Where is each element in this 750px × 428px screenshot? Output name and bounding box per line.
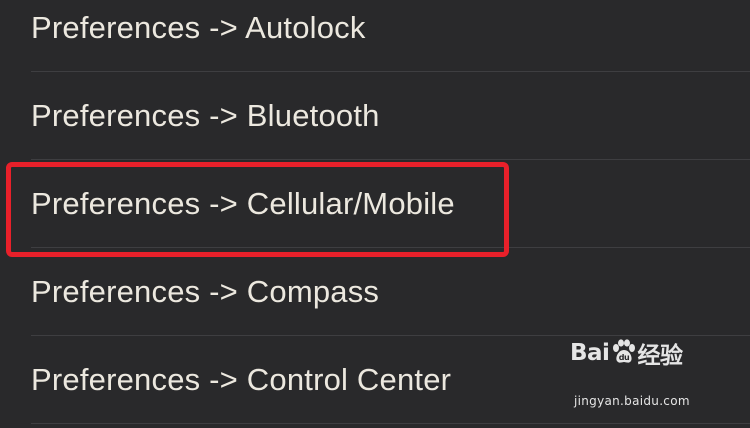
list-item-label: Preferences -> Compass: [31, 274, 380, 309]
list-item-label: Preferences -> Control Center: [31, 362, 452, 397]
list-item-bluetooth[interactable]: Preferences -> Bluetooth: [0, 72, 750, 160]
list-item-label: Preferences -> Cellular/Mobile: [31, 186, 455, 221]
preferences-list: Preferences -> Autolock Preferences -> B…: [0, 0, 750, 424]
list-item-label: Preferences -> Bluetooth: [31, 98, 380, 133]
list-item-autolock[interactable]: Preferences -> Autolock: [0, 0, 750, 72]
list-item-compass[interactable]: Preferences -> Compass: [0, 248, 750, 336]
list-item-control-center[interactable]: Preferences -> Control Center: [0, 336, 750, 424]
divider: [31, 423, 750, 424]
list-item-cellular-mobile[interactable]: Preferences -> Cellular/Mobile: [0, 160, 750, 248]
list-item-label: Preferences -> Autolock: [31, 10, 366, 45]
preferences-screen: Preferences -> Autolock Preferences -> B…: [0, 0, 750, 428]
